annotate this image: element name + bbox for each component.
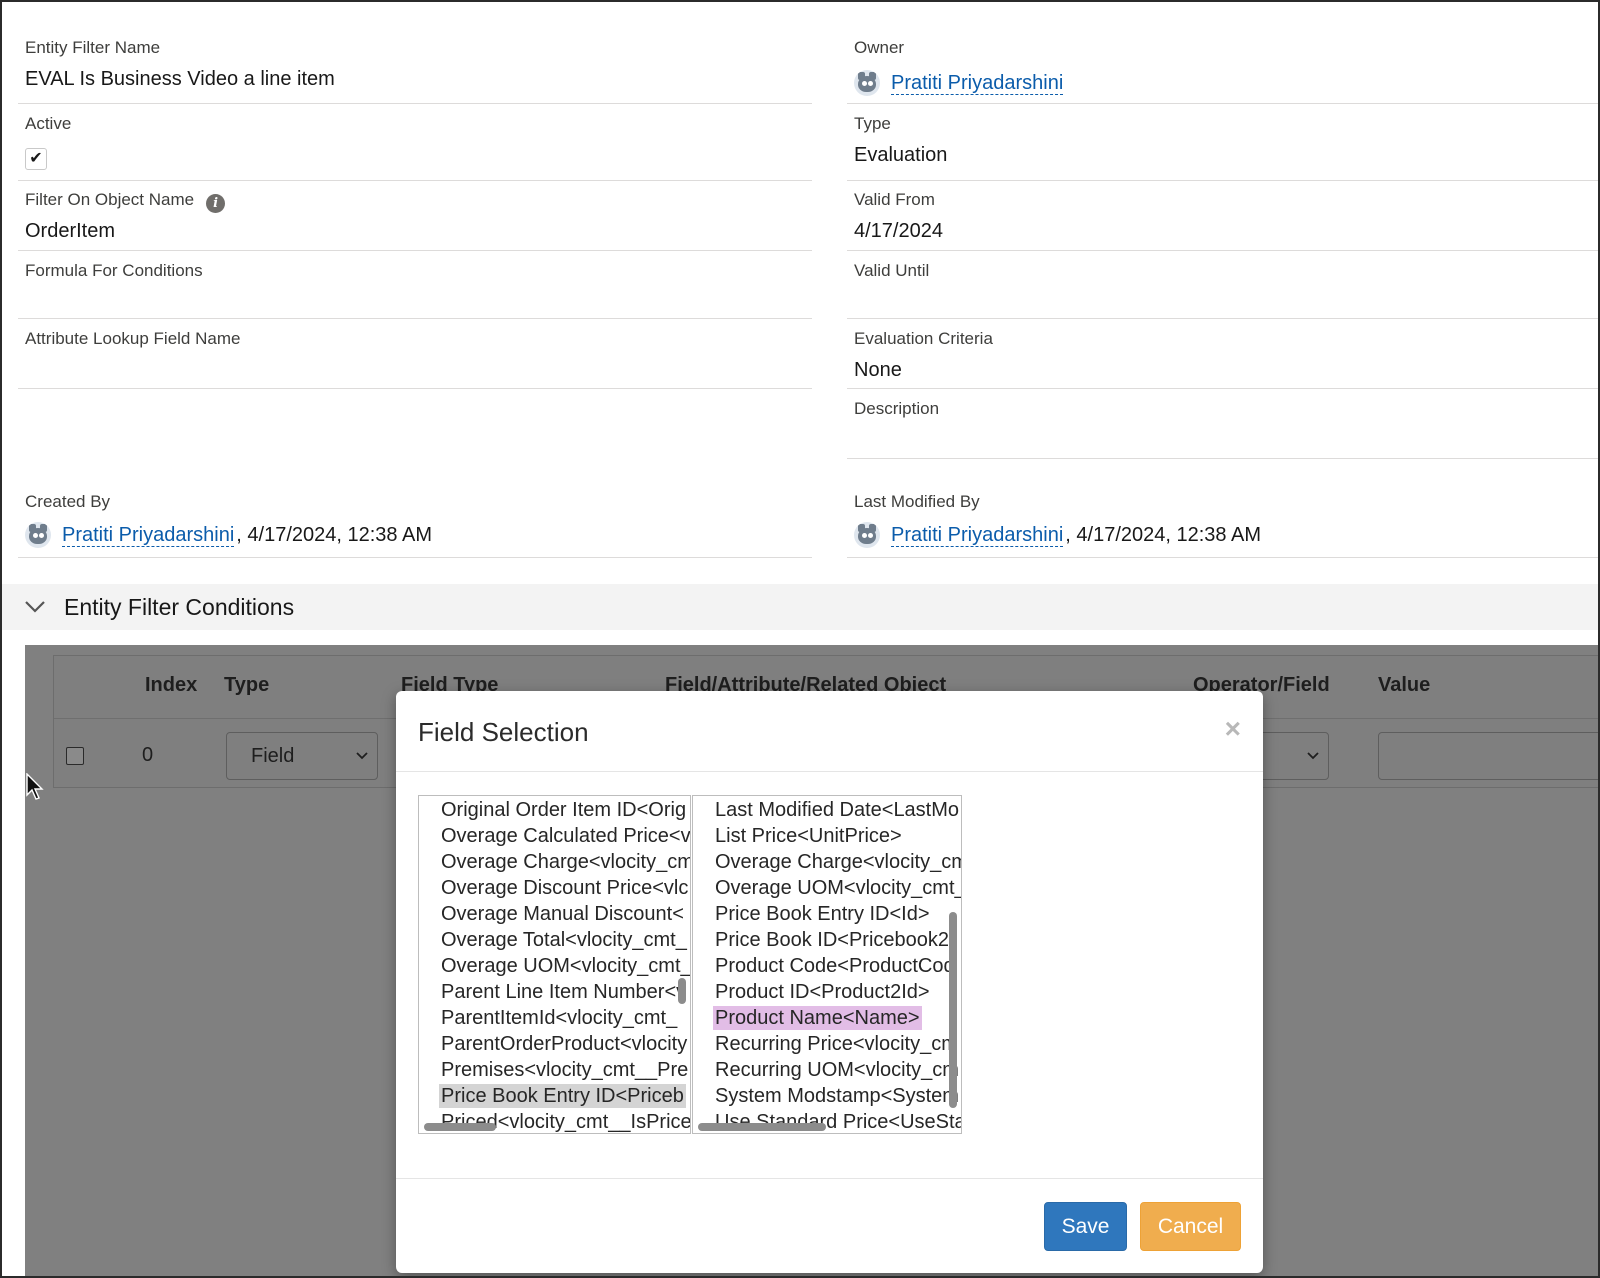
header-type: Type bbox=[224, 674, 270, 696]
field-attribute-lookup-field-name: Attribute Lookup Field Name bbox=[18, 329, 812, 389]
list-option[interactable]: ParentOrderProduct<vlocity bbox=[439, 1032, 689, 1056]
row-index: 0 bbox=[142, 744, 154, 766]
field-last-modified-by: Last Modified By Pratiti Priyadarshini ,… bbox=[847, 492, 1600, 558]
avatar bbox=[25, 522, 51, 548]
header-index: Index bbox=[145, 674, 198, 696]
list-option[interactable]: Recurring Price<vlocity_cm bbox=[713, 1032, 960, 1056]
valid-from-value: 4/17/2024 bbox=[854, 220, 943, 242]
value-input[interactable] bbox=[1378, 732, 1600, 780]
list-option[interactable]: Product Name<Name> bbox=[713, 1006, 922, 1030]
mouse-pointer-icon bbox=[26, 773, 44, 800]
created-by-line: Pratiti Priyadarshini , 4/17/2024, 12:38… bbox=[25, 522, 432, 548]
list-option[interactable]: System Modstamp<System bbox=[713, 1084, 961, 1108]
avatar bbox=[854, 522, 880, 548]
field-label: Entity Filter Name bbox=[25, 38, 161, 57]
avatar bbox=[854, 70, 880, 96]
list-option[interactable]: ParentItemId<vlocity_cmt_ bbox=[439, 1006, 679, 1030]
field-valid-from: Valid From 4/17/2024 bbox=[847, 190, 1600, 251]
vertical-scrollbar[interactable] bbox=[678, 978, 686, 1004]
entity-filter-name-value: EVAL Is Business Video a line item bbox=[25, 68, 335, 90]
list-option[interactable]: List Price<UnitPrice> bbox=[713, 824, 904, 848]
created-by-timestamp: , 4/17/2024, 12:38 AM bbox=[236, 523, 432, 546]
horizontal-scrollbar[interactable] bbox=[424, 1123, 496, 1131]
cancel-button[interactable]: Cancel bbox=[1140, 1202, 1241, 1251]
vertical-scrollbar[interactable] bbox=[949, 912, 957, 1108]
field-label: Type bbox=[854, 114, 891, 133]
list-option[interactable]: Overage Charge<vlocity_cm bbox=[439, 850, 690, 874]
save-button[interactable]: Save bbox=[1044, 1202, 1127, 1251]
list-option[interactable]: Product ID<Product2Id> bbox=[713, 980, 932, 1004]
field-label: Valid Until bbox=[854, 261, 930, 280]
modal-title: Field Selection bbox=[418, 717, 589, 747]
field-filter-on-object-name: Filter On Object Name i OrderItem bbox=[18, 190, 812, 251]
field-created-by: Created By Pratiti Priyadarshini , 4/17/… bbox=[18, 492, 812, 558]
entity-filter-conditions-header[interactable]: Entity Filter Conditions bbox=[2, 584, 1600, 630]
type-select[interactable]: Field bbox=[226, 732, 378, 780]
chevron-down-icon bbox=[1307, 752, 1319, 760]
left-field-list[interactable]: Original Order Item ID<Orig Overage Calcu… bbox=[418, 795, 691, 1134]
created-by-user-link[interactable]: Pratiti Priyadarshini bbox=[62, 524, 235, 547]
modal-footer-divider bbox=[396, 1178, 1263, 1179]
section-title: Entity Filter Conditions bbox=[64, 593, 295, 620]
horizontal-scrollbar[interactable] bbox=[698, 1123, 826, 1131]
field-label: Owner bbox=[854, 38, 905, 57]
field-label: Description bbox=[854, 399, 940, 418]
field-label: Evaluation Criteria bbox=[854, 329, 993, 348]
list-option[interactable]: Overage Discount Price<vlc bbox=[439, 876, 690, 900]
chevron-down-icon bbox=[356, 752, 368, 760]
list-option[interactable]: Overage UOM<vlocity_cmt_ bbox=[713, 876, 961, 900]
field-label: Valid From bbox=[854, 190, 935, 209]
list-option[interactable]: Last Modified Date<LastMo bbox=[713, 798, 961, 822]
owner-user-link[interactable]: Pratiti Priyadarshini bbox=[891, 72, 1064, 95]
list-option[interactable]: Overage Total<vlocity_cmt_ bbox=[439, 928, 689, 952]
field-label: Created By bbox=[25, 492, 111, 511]
type-select-value: Field bbox=[251, 745, 295, 767]
field-active: Active ✔ bbox=[18, 114, 812, 181]
field-entity-filter-name: Entity Filter Name EVAL Is Business Vide… bbox=[18, 38, 812, 104]
list-option[interactable]: Parent Line Item Number<v bbox=[439, 980, 688, 1004]
field-label: Attribute Lookup Field Name bbox=[25, 329, 241, 348]
field-evaluation-criteria: Evaluation Criteria None bbox=[847, 329, 1600, 389]
owner-line: Pratiti Priyadarshini bbox=[854, 70, 1064, 96]
info-icon[interactable]: i bbox=[206, 194, 226, 213]
field-owner: Owner Pratiti Priyadarshini bbox=[847, 38, 1600, 104]
field-selection-modal: Field Selection × Original Order Item ID… bbox=[396, 691, 1263, 1273]
type-value: Evaluation bbox=[854, 144, 948, 166]
field-label: Filter On Object Name bbox=[25, 190, 195, 209]
last-modified-by-timestamp: , 4/17/2024, 12:38 AM bbox=[1065, 523, 1261, 546]
list-option[interactable]: Premises<vlocity_cmt__Pre bbox=[439, 1058, 690, 1082]
list-option[interactable]: Overage UOM<vlocity_cmt_ bbox=[439, 954, 690, 978]
field-label: Formula For Conditions bbox=[25, 261, 203, 280]
list-option[interactable]: Overage Manual Discount< bbox=[439, 902, 686, 926]
list-option[interactable]: Price Book ID<Pricebook2I bbox=[713, 928, 957, 952]
row-select-checkbox[interactable] bbox=[66, 747, 84, 765]
header-value: Value bbox=[1378, 674, 1431, 696]
list-option[interactable]: Price Book Entry ID<Id> bbox=[713, 902, 932, 926]
field-formula-for-conditions: Formula For Conditions bbox=[18, 261, 812, 319]
chevron-down-icon[interactable] bbox=[20, 600, 50, 614]
active-checkbox: ✔ bbox=[25, 148, 47, 170]
list-option[interactable]: Recurring UOM<vlocity_cm bbox=[713, 1058, 961, 1082]
field-type: Type Evaluation bbox=[847, 114, 1600, 181]
field-label: Active bbox=[25, 114, 72, 133]
filter-on-object-name-value: OrderItem bbox=[25, 220, 116, 242]
field-label: Last Modified By bbox=[854, 492, 980, 511]
modal-header-divider bbox=[396, 771, 1263, 772]
list-option[interactable]: Original Order Item ID<Orig bbox=[439, 798, 688, 822]
evaluation-criteria-value: None bbox=[854, 359, 902, 381]
list-option[interactable]: Overage Charge<vlocity_cm bbox=[713, 850, 961, 874]
right-field-list[interactable]: Last Modified Date<LastMo List Price<Unit… bbox=[692, 795, 962, 1134]
field-label-wrap: Filter On Object Name i bbox=[25, 190, 226, 213]
list-option[interactable]: Product Code<ProductCod bbox=[713, 954, 957, 978]
last-modified-by-user-link[interactable]: Pratiti Priyadarshini bbox=[891, 524, 1064, 547]
close-icon[interactable]: × bbox=[1225, 715, 1241, 743]
list-option[interactable]: Price Book Entry ID<Priceb bbox=[439, 1084, 686, 1108]
field-description: Description bbox=[847, 399, 1600, 459]
last-modified-by-line: Pratiti Priyadarshini , 4/17/2024, 12:38… bbox=[854, 522, 1261, 548]
field-valid-until: Valid Until bbox=[847, 261, 1600, 319]
list-option[interactable]: Overage Calculated Price<v bbox=[439, 824, 690, 848]
